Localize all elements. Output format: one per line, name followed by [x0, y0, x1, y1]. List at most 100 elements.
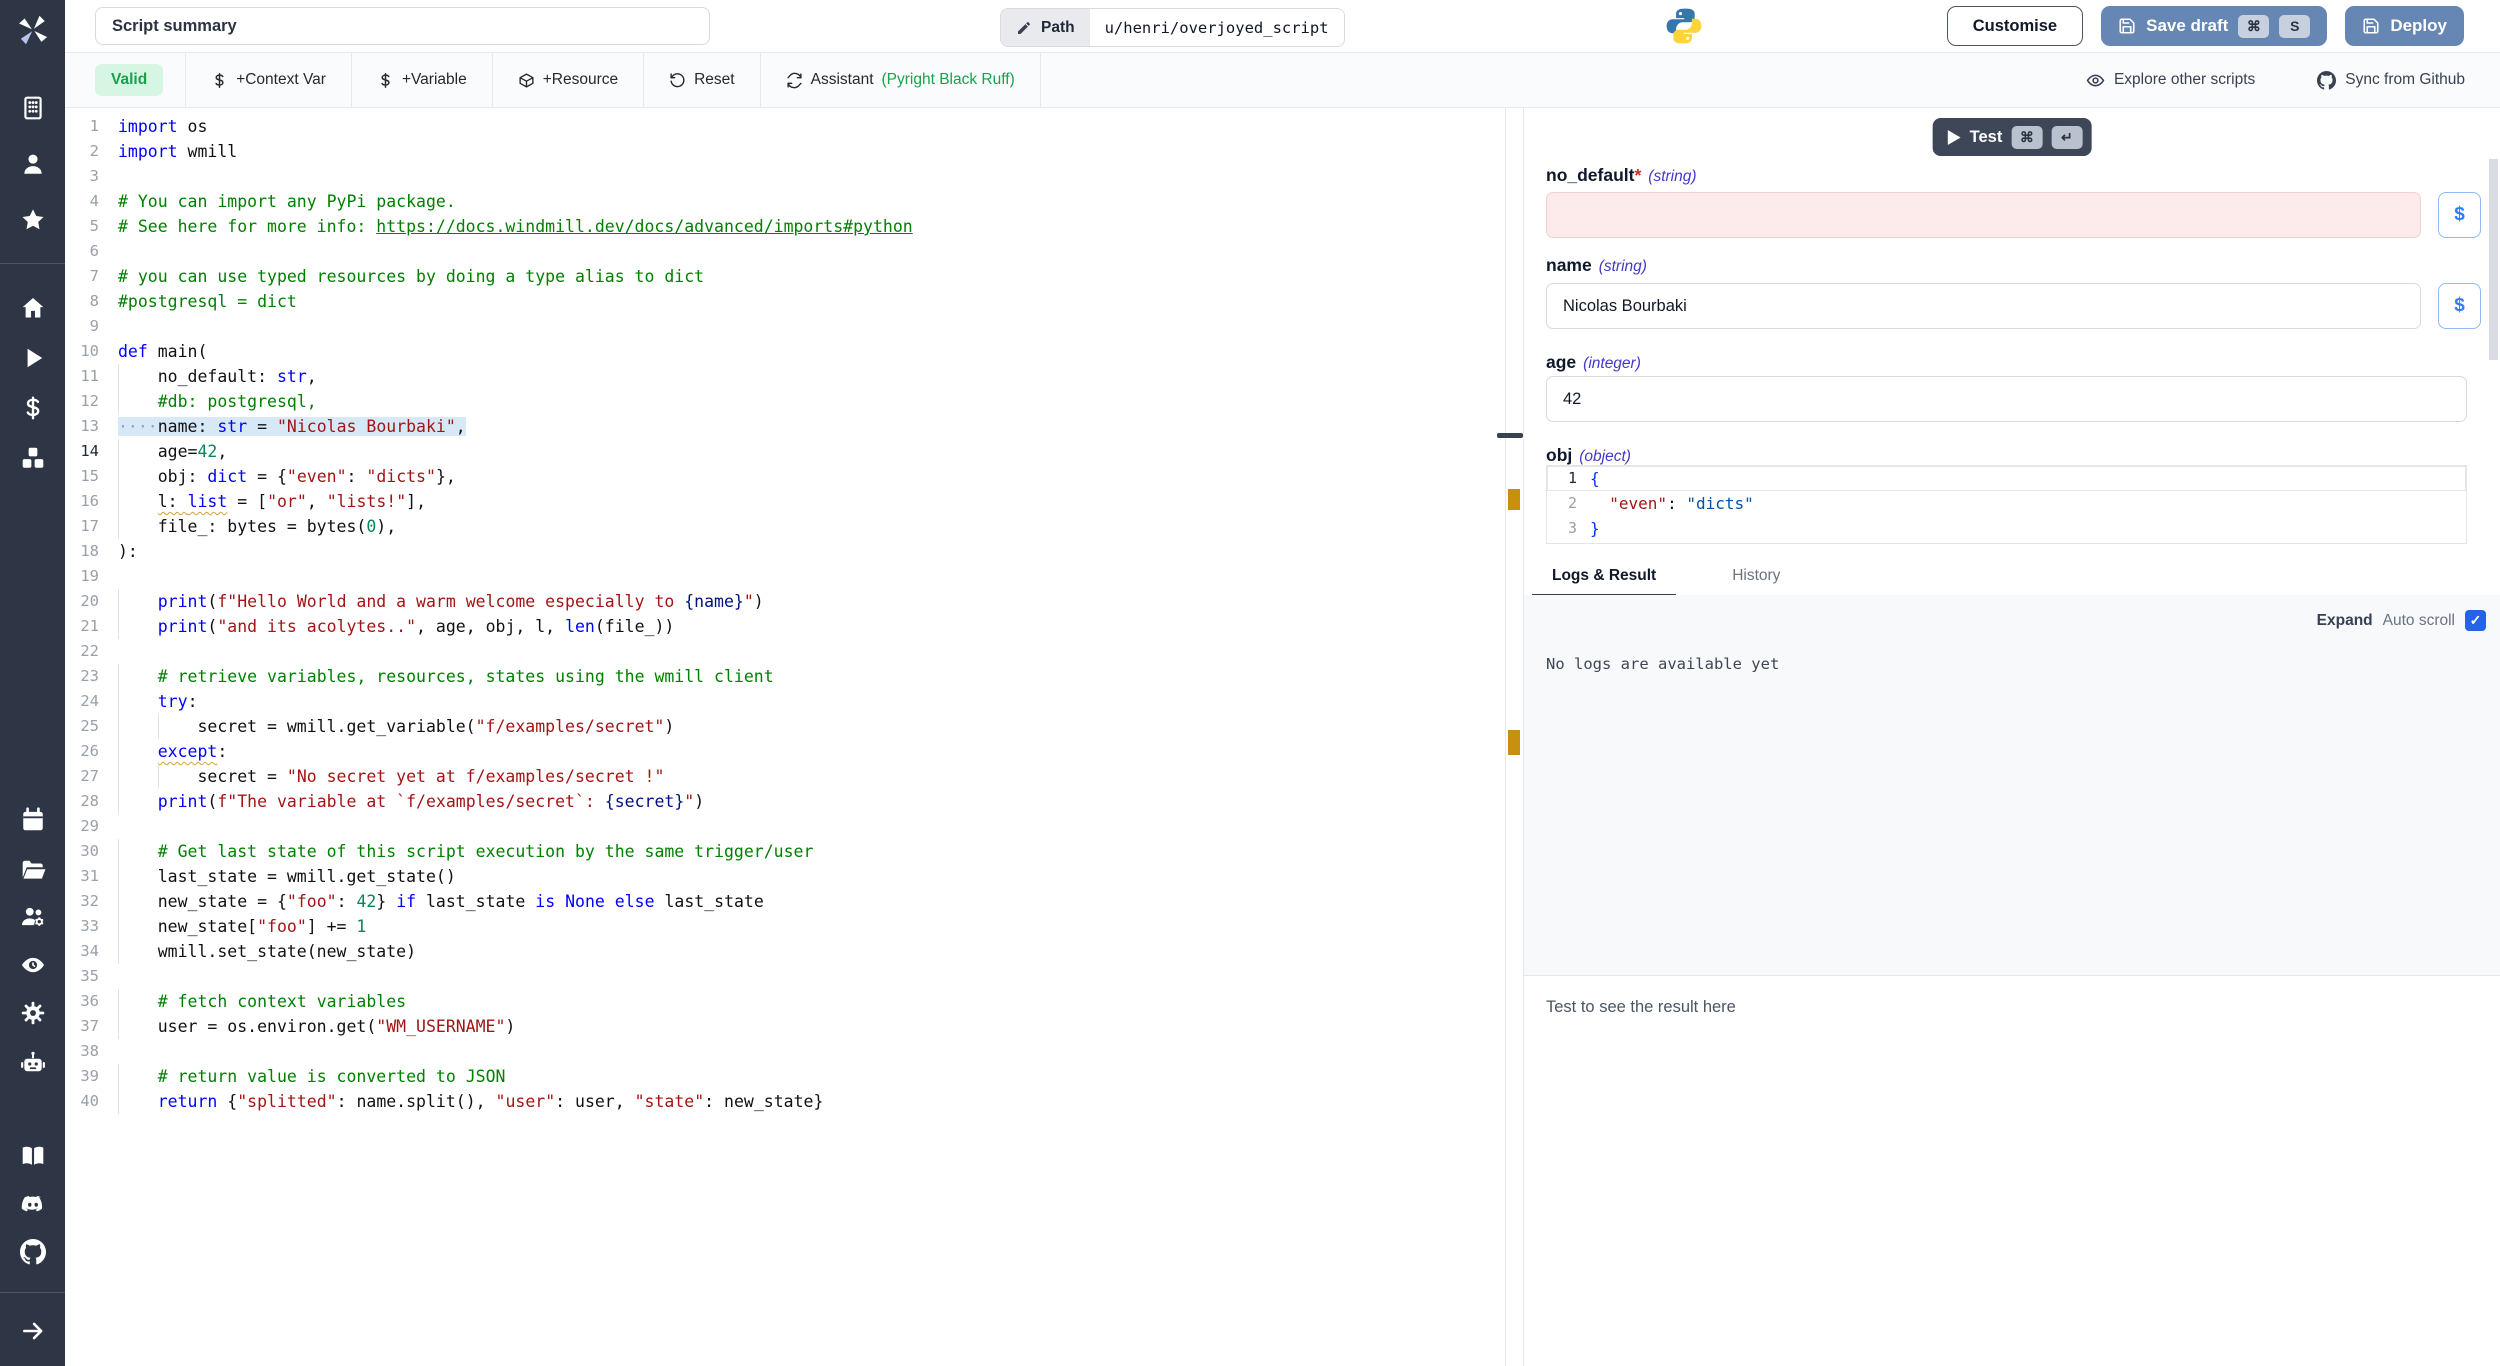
auto-scroll-checkbox[interactable]: ✓	[2465, 610, 2486, 631]
test-button[interactable]: Test ⌘ ↵	[1933, 118, 2092, 156]
save-draft-label: Save draft	[2146, 16, 2228, 36]
reset-label: Reset	[694, 71, 735, 89]
users-gear-icon[interactable]	[20, 904, 46, 930]
code-line[interactable]: 36 # fetch context variables	[65, 989, 1523, 1014]
modified-marker	[1508, 730, 1520, 755]
code-line[interactable]: 16 l: list = ["or", "lists!"],	[65, 489, 1523, 514]
assistant-button[interactable]: Assistant (Pyright Black Ruff)	[761, 71, 1040, 89]
code-line[interactable]: 22	[65, 639, 1523, 664]
book-icon[interactable]	[20, 1143, 46, 1169]
code-line[interactable]: 9	[65, 314, 1523, 339]
code-line[interactable]: 28 print(f"The variable at `f/examples/s…	[65, 789, 1523, 814]
overview-ruler[interactable]	[1505, 108, 1523, 1366]
user-icon[interactable]	[20, 151, 46, 177]
code-line[interactable]: 4# You can import any PyPi package.	[65, 189, 1523, 214]
obj-json-editor[interactable]: 1{2 "even": "dicts"3}	[1546, 465, 2467, 544]
code-line[interactable]: 34 wmill.set_state(new_state)	[65, 939, 1523, 964]
play-icon[interactable]	[20, 345, 46, 371]
deploy-label: Deploy	[2390, 16, 2447, 36]
discord-icon[interactable]	[20, 1191, 46, 1217]
code-line[interactable]: 7# you can use typed resources by doing …	[65, 264, 1523, 289]
calendar-icon[interactable]	[20, 807, 46, 833]
age-input[interactable]	[1546, 376, 2467, 422]
panel-resize-handle[interactable]	[1497, 433, 1523, 438]
code-line[interactable]: 13····name: str = "Nicolas Bourbaki",	[65, 414, 1523, 439]
code-line[interactable]: 10def main(	[65, 339, 1523, 364]
dollar-icon[interactable]	[20, 395, 46, 421]
auto-scroll-label: Auto scroll	[2383, 612, 2455, 630]
sync-from-github-button[interactable]: Sync from Github	[2317, 71, 2465, 90]
path-group: Path u/henri/overjoyed_script	[1000, 8, 1345, 47]
code-line[interactable]: 6	[65, 239, 1523, 264]
code-line[interactable]: 24 try:	[65, 689, 1523, 714]
code-line[interactable]: 39 # return value is converted to JSON	[65, 1064, 1523, 1089]
add-variable-button[interactable]: +Variable	[352, 71, 492, 89]
code-line[interactable]: 1import os	[65, 114, 1523, 139]
arrow-right-icon[interactable]	[20, 1318, 46, 1344]
code-line[interactable]: 17 file_: bytes = bytes(0),	[65, 514, 1523, 539]
json-line[interactable]: 3}	[1547, 516, 2466, 541]
code-line[interactable]: 23 # retrieve variables, resources, stat…	[65, 664, 1523, 689]
code-line[interactable]: 26 except:	[65, 739, 1523, 764]
code-line[interactable]: 18):	[65, 539, 1523, 564]
tab-logs-result[interactable]: Logs & Result	[1532, 557, 1676, 596]
package-icon	[518, 72, 535, 89]
code-line[interactable]: 21 print("and its acolytes..", age, obj,…	[65, 614, 1523, 639]
folder-open-icon[interactable]	[20, 857, 46, 883]
code-line[interactable]: 25 secret = wmill.get_variable("f/exampl…	[65, 714, 1523, 739]
code-line[interactable]: 32 new_state = {"foo": 42} if last_state…	[65, 889, 1523, 914]
name-input[interactable]	[1546, 283, 2421, 329]
script-summary-input[interactable]	[95, 7, 710, 45]
code-editor[interactable]: 1import os2import wmill34# You can impor…	[65, 108, 1523, 1366]
tab-history[interactable]: History	[1712, 557, 1800, 595]
code-line[interactable]: 29	[65, 814, 1523, 839]
boxes-icon[interactable]	[20, 445, 46, 471]
add-resource-button[interactable]: +Resource	[493, 71, 643, 89]
panel-scrollbar[interactable]	[2489, 159, 2498, 360]
no-default-variable-picker-button[interactable]: $	[2438, 192, 2481, 238]
code-line[interactable]: 31 last_state = wmill.get_state()	[65, 864, 1523, 889]
code-line[interactable]: 12 #db: postgresql,	[65, 389, 1523, 414]
code-line[interactable]: 35	[65, 964, 1523, 989]
code-line[interactable]: 30 # Get last state of this script execu…	[65, 839, 1523, 864]
field-label-no-default: no_default* (string)	[1546, 165, 1697, 186]
code-line[interactable]: 15 obj: dict = {"even": "dicts"},	[65, 464, 1523, 489]
code-line[interactable]: 3	[65, 164, 1523, 189]
code-line[interactable]: 5# See here for more info: https://docs.…	[65, 214, 1523, 239]
path-value[interactable]: u/henri/overjoyed_script	[1090, 9, 1344, 46]
code-line[interactable]: 19	[65, 564, 1523, 589]
code-line[interactable]: 11 no_default: str,	[65, 364, 1523, 389]
add-context-var-button[interactable]: +Context Var	[186, 71, 351, 89]
windmill-logo-icon[interactable]	[14, 11, 52, 49]
code-line[interactable]: 8#postgresql = dict	[65, 289, 1523, 314]
customise-button[interactable]: Customise	[1947, 6, 2083, 46]
building-icon[interactable]	[20, 95, 46, 121]
no-default-input[interactable]	[1546, 192, 2421, 238]
reset-button[interactable]: Reset	[644, 71, 760, 89]
code-line[interactable]: 38	[65, 1039, 1523, 1064]
code-line[interactable]: 20 print(f"Hello World and a warm welcom…	[65, 589, 1523, 614]
sync-label: Sync from Github	[2345, 71, 2465, 89]
no-result-message: Test to see the result here	[1546, 998, 1736, 1017]
deploy-button[interactable]: Deploy	[2345, 6, 2464, 46]
eye-audit-icon[interactable]	[20, 952, 46, 978]
github-icon[interactable]	[20, 1239, 46, 1265]
explore-label: Explore other scripts	[2114, 71, 2255, 89]
expand-button[interactable]: Expand	[2317, 612, 2373, 630]
code-line[interactable]: 2import wmill	[65, 139, 1523, 164]
code-line[interactable]: 37 user = os.environ.get("WM_USERNAME")	[65, 1014, 1523, 1039]
json-line[interactable]: 2 "even": "dicts"	[1547, 491, 2466, 516]
explore-other-scripts-button[interactable]: Explore other scripts	[2086, 71, 2255, 90]
robot-icon[interactable]	[20, 1049, 46, 1075]
star-icon[interactable]	[20, 207, 46, 233]
code-line[interactable]: 27 secret = "No secret yet at f/examples…	[65, 764, 1523, 789]
home-icon[interactable]	[20, 295, 46, 321]
name-variable-picker-button[interactable]: $	[2438, 283, 2481, 329]
code-line[interactable]: 14 age=42,	[65, 439, 1523, 464]
json-line[interactable]: 1{	[1547, 466, 2466, 491]
save-draft-button[interactable]: Save draft ⌘ S	[2101, 6, 2327, 46]
code-line[interactable]: 33 new_state["foo"] += 1	[65, 914, 1523, 939]
path-edit-button[interactable]: Path	[1001, 9, 1090, 46]
code-line[interactable]: 40 return {"splitted": name.split(), "us…	[65, 1089, 1523, 1114]
gear-icon[interactable]	[20, 1000, 46, 1026]
